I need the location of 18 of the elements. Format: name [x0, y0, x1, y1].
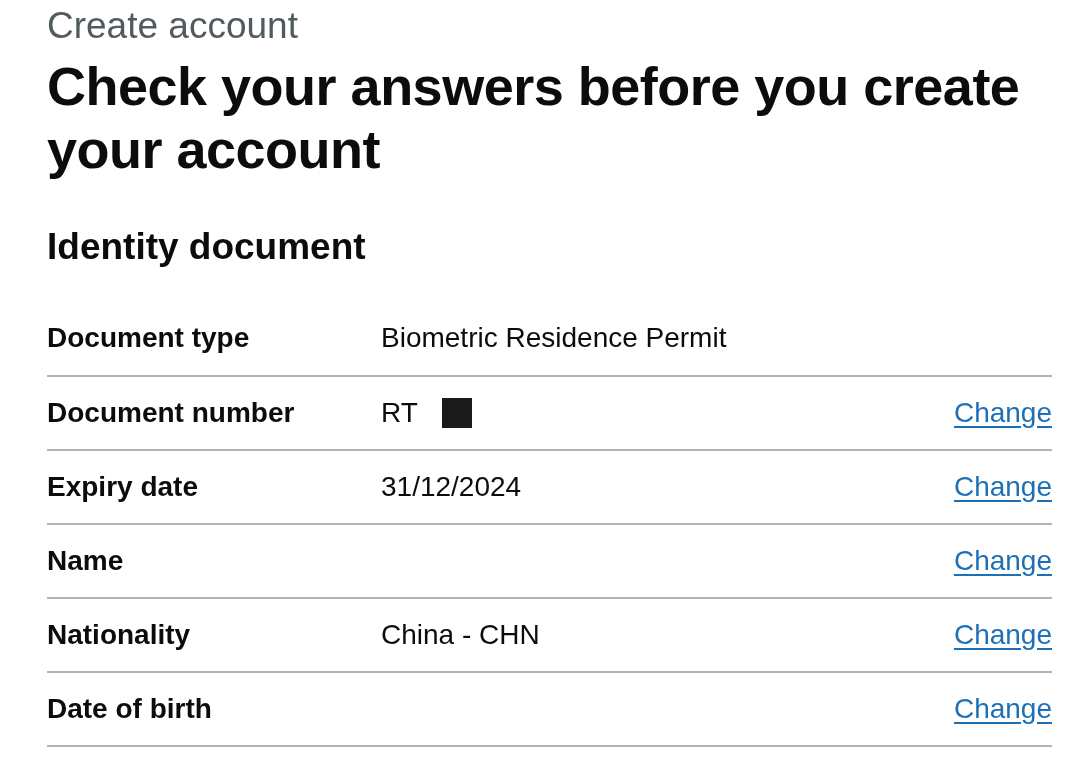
row-value: 31/12/2024	[381, 471, 522, 503]
change-link[interactable]: Change	[953, 397, 1052, 429]
page-caption: Create account	[47, 4, 299, 46]
row-value: Biometric Residence Permit	[381, 322, 727, 354]
change-link[interactable]: Change	[953, 693, 1052, 725]
change-link[interactable]: Change	[953, 545, 1052, 577]
row-value: China - CHN	[381, 619, 540, 651]
row-label: Document type	[47, 322, 251, 354]
page-heading: Check your answers before you create your account	[47, 55, 1021, 181]
row-value: RT	[381, 397, 418, 429]
row-label: Expiry date	[47, 471, 199, 503]
row-label: Document number	[47, 397, 296, 429]
row-label: Name	[47, 545, 125, 577]
row-label: Nationality	[47, 619, 192, 651]
section-heading: Identity document	[47, 227, 367, 267]
change-link[interactable]: Change	[953, 619, 1052, 651]
change-link[interactable]: Change	[953, 471, 1052, 503]
row-label: Date of birth	[47, 693, 213, 725]
